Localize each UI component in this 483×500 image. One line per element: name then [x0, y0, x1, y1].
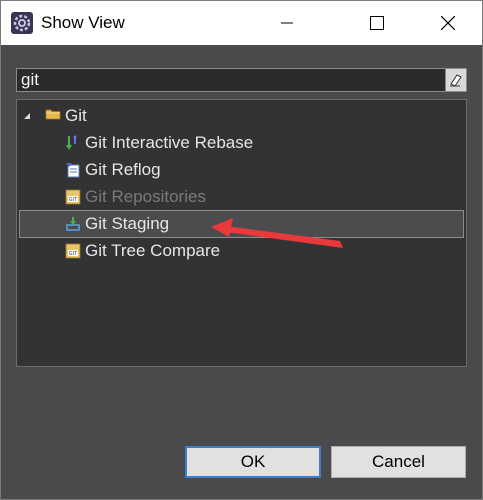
tree-item-label: Git: [65, 106, 87, 125]
repositories-icon: GIT: [65, 189, 81, 205]
cancel-button[interactable]: Cancel: [331, 446, 466, 478]
view-tree[interactable]: Git Git Interactive Rebase Git Reflog GI…: [16, 99, 467, 367]
minimize-button[interactable]: [264, 1, 310, 45]
eraser-icon: [450, 74, 462, 87]
tree-item-label: Git Reflog: [85, 160, 161, 179]
filter-input[interactable]: git: [16, 68, 467, 92]
tree-item-label: Git Staging: [85, 214, 170, 233]
tree-compare-icon: GIT: [65, 243, 81, 259]
close-button[interactable]: [425, 1, 471, 45]
folder-icon: [45, 109, 61, 120]
maximize-button[interactable]: [354, 1, 400, 45]
tree-item-git-interactive-rebase[interactable]: Git Interactive Rebase: [65, 130, 365, 156]
staging-icon: [66, 217, 80, 231]
dialog-title: Show View: [41, 13, 125, 32]
maximize-icon: [370, 16, 384, 30]
tree-item-git-reflog[interactable]: Git Reflog: [65, 157, 365, 183]
rebase-icon: [66, 135, 77, 150]
reflog-icon: [66, 163, 80, 178]
tree-item-label: Git Repositories: [85, 187, 206, 206]
tree-item-label: Git Tree Compare: [85, 241, 221, 260]
minimize-icon: [281, 22, 293, 24]
tree-item-git-tree-compare[interactable]: GIT Git Tree Compare: [65, 238, 365, 264]
tree-item-label: Git Interactive Rebase: [85, 133, 254, 152]
show-view-dialog: Show View git Git Git Interactive Rebase…: [0, 0, 483, 500]
svg-text:GIT: GIT: [69, 197, 78, 203]
clear-filter-button[interactable]: [445, 69, 466, 91]
tree-item-git-staging[interactable]: Git Staging: [19, 210, 464, 238]
eclipse-gear-icon: [11, 12, 33, 34]
title-bar[interactable]: Show View: [1, 1, 482, 45]
tree-item-git-repositories[interactable]: GIT Git Repositories: [65, 184, 365, 210]
close-icon: [441, 16, 455, 30]
tree-item-git[interactable]: Git: [23, 103, 223, 129]
filter-input-value: git: [21, 70, 39, 89]
expanded-triangle-icon[interactable]: [23, 112, 31, 120]
svg-text:GIT: GIT: [69, 251, 78, 257]
ok-button[interactable]: OK: [185, 446, 321, 478]
